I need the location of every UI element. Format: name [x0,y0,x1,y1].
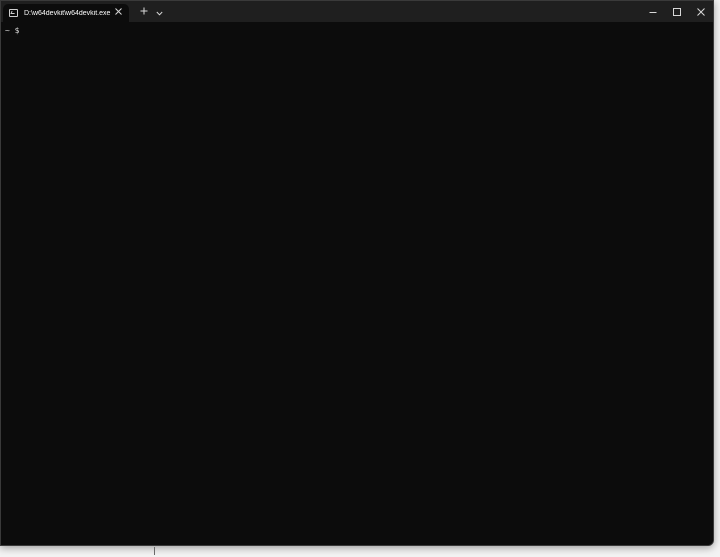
close-button[interactable] [689,1,713,22]
terminal-output[interactable]: ~ $ [1,22,713,545]
shell-prompt: ~ $ [5,26,20,35]
tab-close-button[interactable] [113,8,123,18]
close-icon [114,8,122,15]
title-bar[interactable]: D:\w64devkit\w64devkit.exe [1,1,713,22]
tab-w64devkit[interactable]: D:\w64devkit\w64devkit.exe [3,4,129,22]
tab-title: D:\w64devkit\w64devkit.exe [24,9,111,17]
maximize-button[interactable] [665,1,689,22]
background-divider [154,547,155,555]
minimize-button[interactable] [641,1,665,22]
plus-icon [140,7,148,15]
tab-dropdown-button[interactable] [153,3,165,20]
maximize-icon [673,7,681,16]
terminal-icon [9,9,18,17]
minimize-icon [649,11,657,13]
new-tab-button[interactable] [137,2,151,19]
terminal-window: D:\w64devkit\w64devkit.exe ~ $ [0,0,714,546]
window-controls [641,1,713,22]
close-icon [697,7,705,16]
chevron-down-icon [155,11,163,16]
